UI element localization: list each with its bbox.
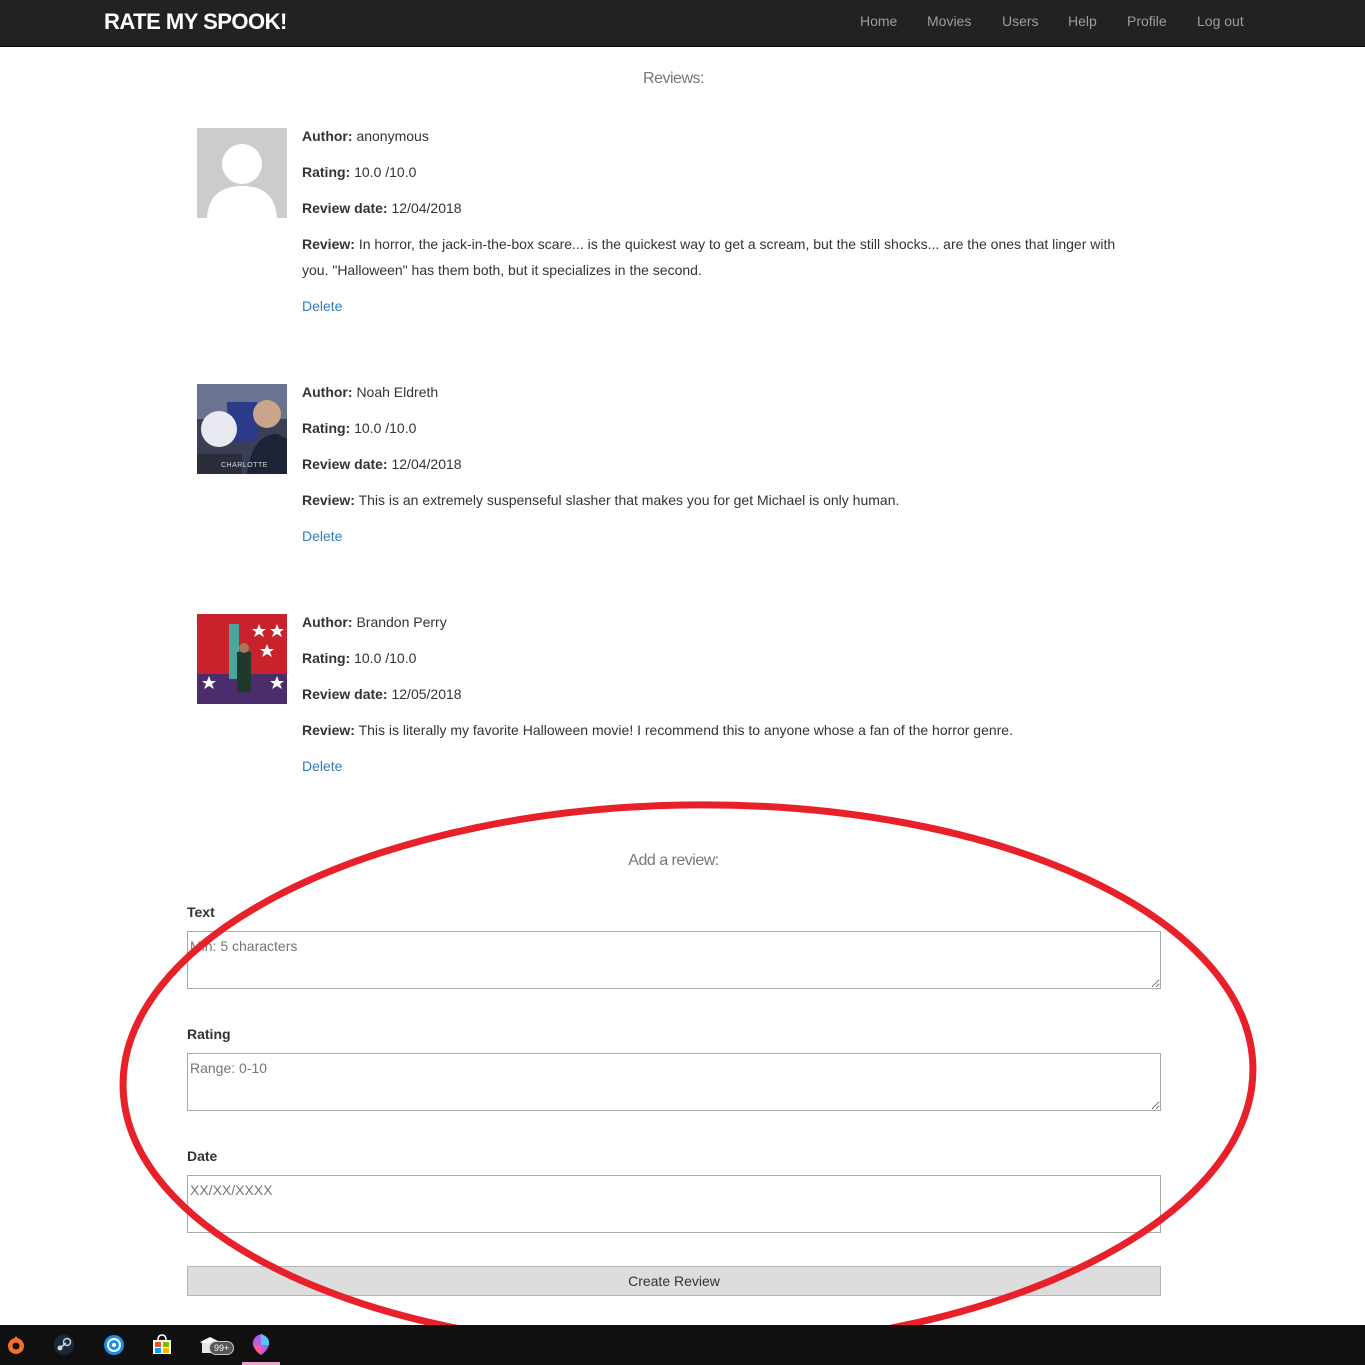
- add-review-heading: Add a review:: [628, 852, 719, 869]
- delete-review-link[interactable]: Delete: [302, 293, 342, 319]
- nav-help[interactable]: Help: [1068, 13, 1097, 29]
- date-label: Review date:: [302, 200, 388, 216]
- store-icon[interactable]: [150, 1333, 174, 1357]
- rating-label: Rating:: [302, 420, 351, 436]
- delete-review-link[interactable]: Delete: [302, 753, 342, 779]
- review-date: 12/04/2018: [391, 200, 462, 216]
- review-body: Author: Noah Eldreth Rating: 10.0 /10.0 …: [302, 384, 1142, 549]
- review-text: In horror, the jack-in-the-box scare... …: [302, 236, 1116, 278]
- rating-label: Rating:: [302, 650, 351, 666]
- paint-icon[interactable]: [249, 1333, 273, 1357]
- default-avatar-icon: [197, 128, 287, 218]
- review-label: Review:: [302, 722, 355, 738]
- review-date: 12/04/2018: [391, 456, 462, 472]
- avatar-caption: CHARLOTTE: [221, 462, 268, 469]
- create-review-button[interactable]: Create Review: [187, 1266, 1161, 1296]
- brand-logo[interactable]: RATE MY SPOOK!: [104, 9, 287, 35]
- delete-review-link[interactable]: Delete: [302, 523, 342, 549]
- origin-icon[interactable]: [4, 1333, 28, 1357]
- author-label: Author:: [302, 384, 353, 400]
- review-author: anonymous: [356, 128, 429, 144]
- review-rating: 10.0 /10.0: [354, 164, 417, 180]
- review-rating: 10.0 /10.0: [354, 420, 417, 436]
- nav-logout[interactable]: Log out: [1197, 13, 1244, 29]
- nav-users[interactable]: Users: [1002, 13, 1039, 29]
- review-text: This is an extremely suspenseful slasher…: [358, 492, 900, 508]
- author-label: Author:: [302, 614, 353, 630]
- notification-badge: 99+: [209, 1341, 235, 1355]
- review-label: Review:: [302, 492, 355, 508]
- reviews-heading: Reviews:: [643, 70, 704, 87]
- review-author: Brandon Perry: [356, 614, 447, 630]
- review-label: Review:: [302, 236, 355, 252]
- review-body: Author: Brandon Perry Rating: 10.0 /10.0…: [302, 614, 1142, 779]
- steam-icon[interactable]: [52, 1333, 76, 1357]
- review-body: Author: anonymous Rating: 10.0 /10.0 Rev…: [302, 128, 1142, 319]
- review-author: Noah Eldreth: [356, 384, 439, 400]
- date-label: Date: [187, 1148, 218, 1164]
- author-label: Author:: [302, 128, 353, 144]
- navbar: RATE MY SPOOK! Home Movies Users Help Pr…: [0, 0, 1365, 47]
- user-photo-avatar: CHARLOTTE: [197, 384, 287, 474]
- review-date: 12/05/2018: [391, 686, 462, 702]
- rating-input[interactable]: [187, 1053, 1161, 1111]
- user-photo-avatar: [197, 614, 287, 704]
- nav-profile[interactable]: Profile: [1127, 13, 1167, 29]
- date-label: Review date:: [302, 456, 388, 472]
- review-item: Author: anonymous Rating: 10.0 /10.0 Rev…: [197, 128, 1147, 328]
- uplay-icon[interactable]: [102, 1333, 126, 1357]
- date-label: Review date:: [302, 686, 388, 702]
- review-item: CHARLOTTE Author: Noah Eldreth Rating: 1…: [197, 384, 1147, 554]
- review-text-input[interactable]: [187, 931, 1161, 989]
- rating-label: Rating:: [302, 164, 351, 180]
- taskbar: 99+: [0, 1325, 1365, 1365]
- review-rating: 10.0 /10.0: [354, 650, 417, 666]
- rating-label: Rating: [187, 1026, 231, 1042]
- date-input[interactable]: [187, 1175, 1161, 1233]
- nav-movies[interactable]: Movies: [927, 13, 971, 29]
- text-label: Text: [187, 904, 215, 920]
- nav-home[interactable]: Home: [860, 13, 897, 29]
- review-text: This is literally my favorite Halloween …: [358, 722, 1013, 738]
- review-item: Author: Brandon Perry Rating: 10.0 /10.0…: [197, 614, 1147, 784]
